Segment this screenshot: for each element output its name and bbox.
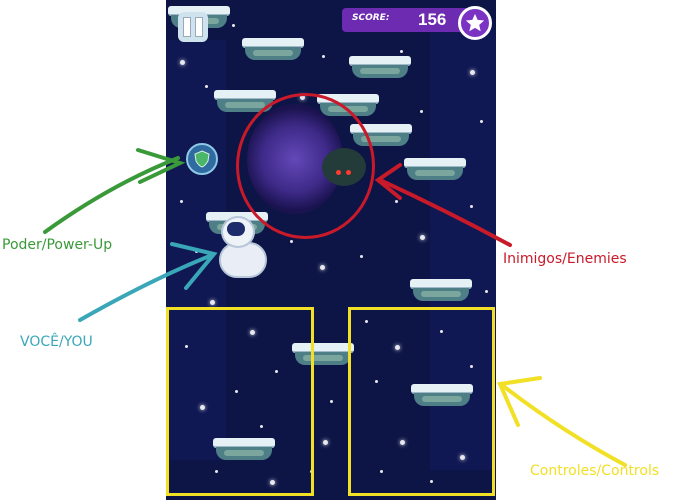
controls-label: Controles/Controls bbox=[530, 463, 660, 479]
you-label: VOCÊ/YOU bbox=[20, 334, 93, 350]
enemies-label: Inimigos/Enemies bbox=[503, 251, 627, 267]
powerup-label: Poder/Power-Up bbox=[2, 237, 113, 253]
